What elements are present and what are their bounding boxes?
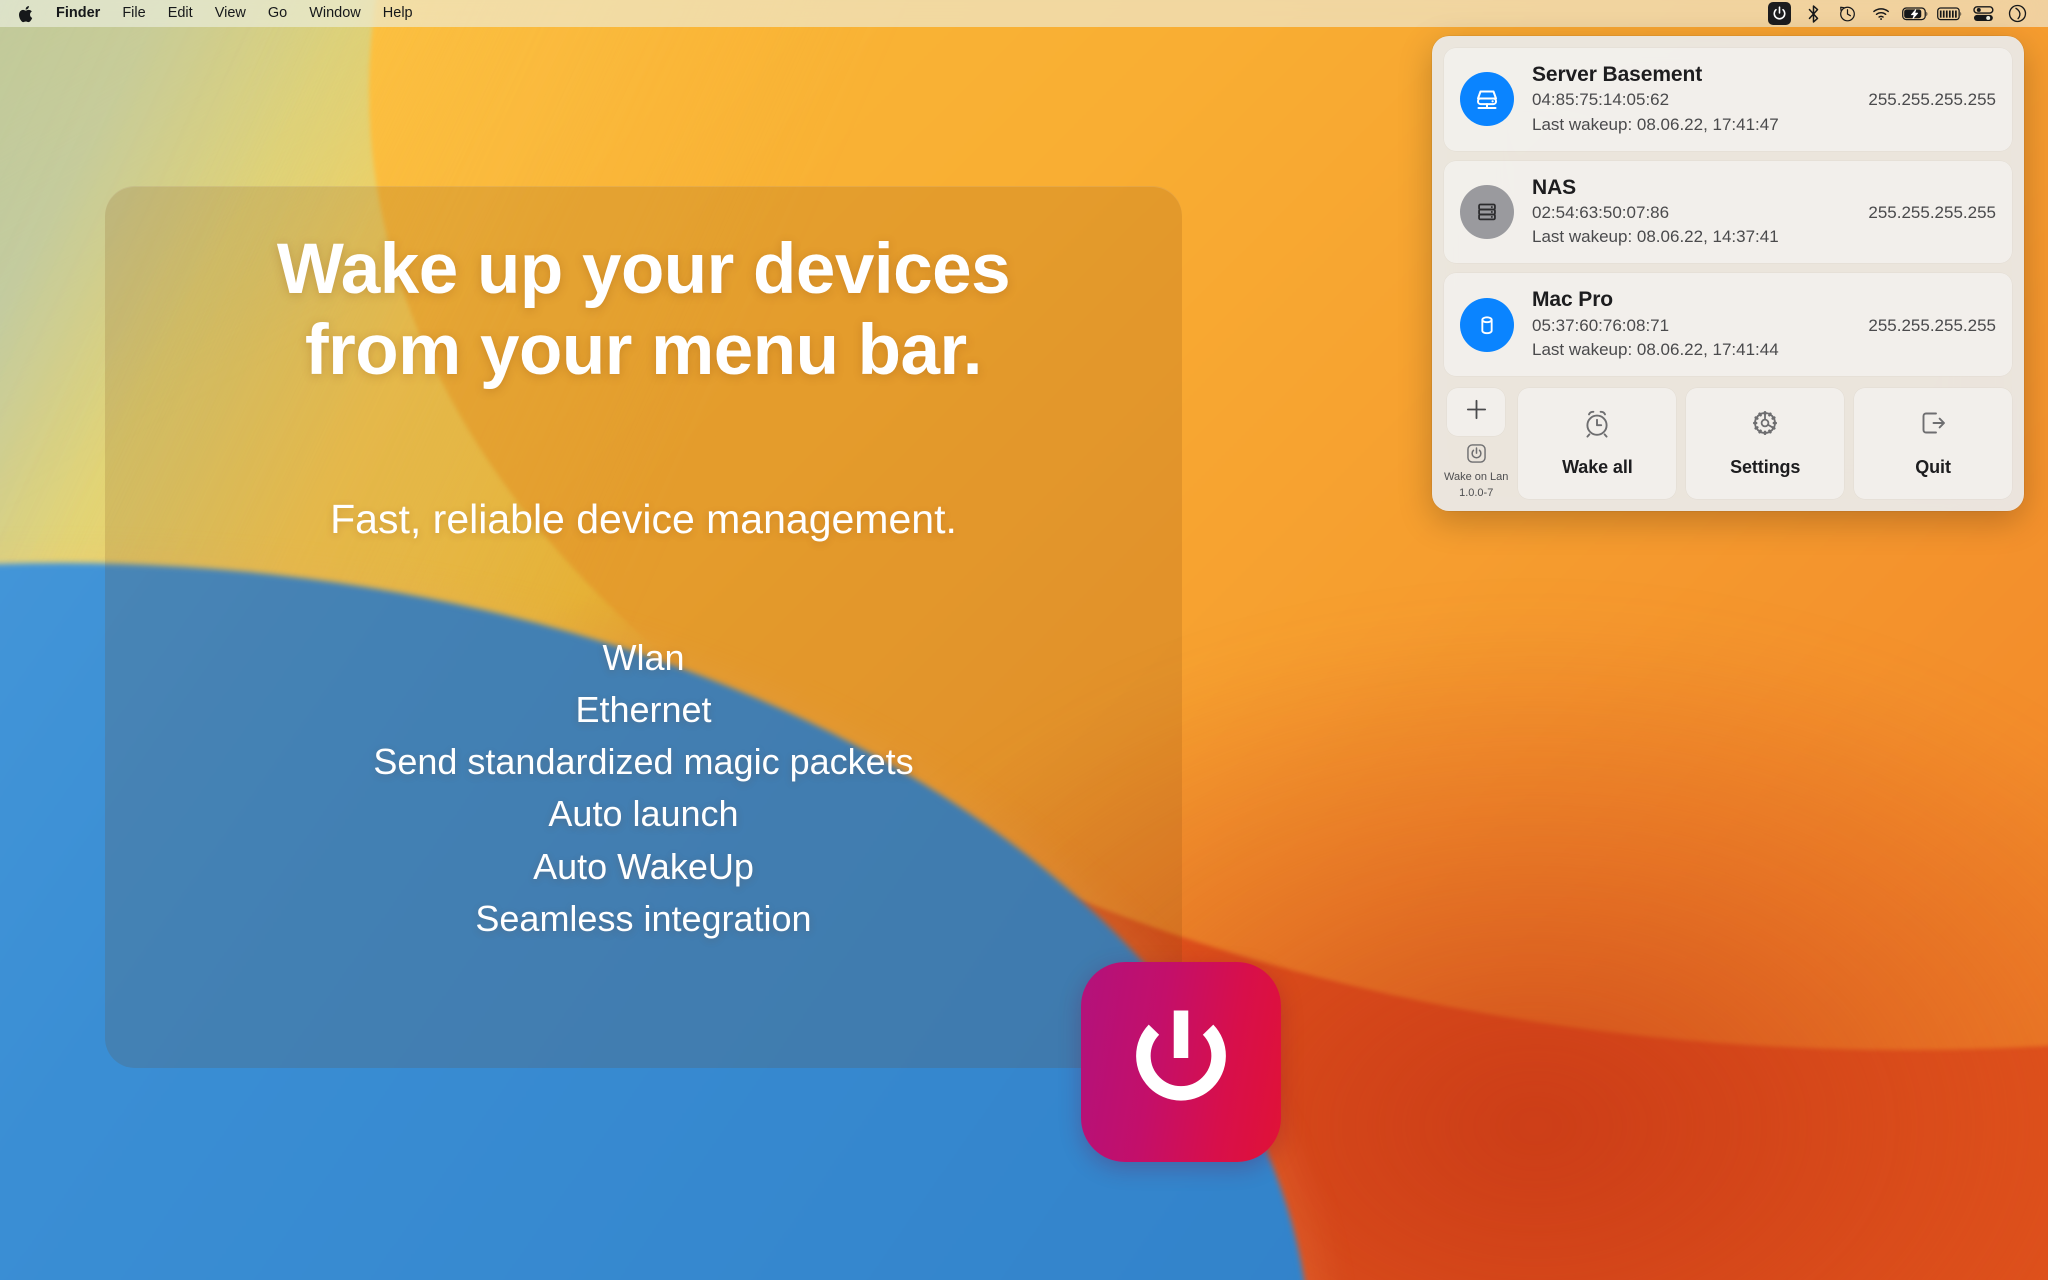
device-info: NAS 02:54:63:50:07:86 255.255.255.255 La… — [1532, 175, 1996, 250]
device-ip-address: 255.255.255.255 — [1868, 315, 1996, 335]
promo-feature-list: Wlan Ethernet Send standardized magic pa… — [373, 636, 914, 939]
promo-feature-item: Seamless integration — [475, 897, 812, 939]
device-mac-address: 02:54:63:50:07:86 — [1532, 203, 1670, 223]
device-mac-ip-row: 02:54:63:50:07:86 255.255.255.255 — [1532, 201, 1996, 225]
battery-icon[interactable] — [1932, 0, 1966, 27]
device-last-wakeup: Last wakeup: 08.06.22, 14:37:41 — [1532, 227, 1779, 247]
settings-button[interactable]: Settings — [1686, 388, 1845, 500]
menu-bar-status-area — [1762, 0, 2034, 27]
app-brand-name: Wake on Lan — [1444, 471, 1509, 484]
apple-logo-icon[interactable] — [12, 5, 45, 23]
marketing-card: Wake up your devices from your menu bar.… — [105, 186, 1182, 1068]
popover-toolbar: Wake on Lan 1.0.0-7 Wake all Settings Qu… — [1444, 388, 2012, 500]
promo-headline: Wake up your devices from your menu bar. — [276, 230, 1011, 392]
promo-headline-line1: Wake up your devices — [276, 230, 1011, 309]
exit-door-icon — [1916, 406, 1950, 445]
menu-item-finder[interactable]: Finder — [45, 0, 111, 27]
device-name: Mac Pro — [1532, 288, 1613, 312]
wake-all-label: Wake all — [1562, 456, 1633, 477]
quit-button[interactable]: Quit — [1854, 388, 2012, 500]
promo-subtitle: Fast, reliable device management. — [330, 495, 957, 542]
device-info: Mac Pro 05:37:60:76:08:71 255.255.255.25… — [1532, 287, 1996, 362]
device-list-item[interactable]: NAS 02:54:63:50:07:86 255.255.255.255 La… — [1444, 160, 2012, 264]
time-machine-icon[interactable] — [1830, 0, 1864, 27]
mac-pro-tower-icon — [1460, 297, 1514, 352]
wake-all-button[interactable]: Wake all — [1518, 388, 1677, 500]
device-mac-ip-row: 05:37:60:76:08:71 255.255.255.255 — [1532, 314, 1996, 338]
device-list-item[interactable]: Server Basement 04:85:75:14:05:62 255.25… — [1444, 48, 2012, 151]
promo-feature-item: Ethernet — [575, 689, 712, 731]
menu-bar: Finder File Edit View Go Window Help — [0, 0, 2048, 27]
wake-on-lan-popover: Server Basement 04:85:75:14:05:62 255.25… — [1432, 36, 2024, 512]
siri-icon[interactable] — [2000, 0, 2034, 27]
quit-label: Quit — [1915, 456, 1951, 477]
device-mac-address: 05:37:60:76:08:71 — [1532, 315, 1670, 335]
device-last-wakeup: Last wakeup: 08.06.22, 17:41:44 — [1532, 339, 1779, 359]
menu-item-file[interactable]: File — [111, 0, 156, 27]
device-name: NAS — [1532, 175, 1577, 199]
wake-on-lan-power-badge — [1767, 2, 1791, 25]
app-version-label: 1.0.0-7 — [1459, 486, 1494, 499]
promo-headline-line2: from your menu bar. — [305, 310, 982, 390]
promo-feature-item: Auto WakeUp — [533, 845, 754, 887]
wifi-icon[interactable] — [1864, 0, 1898, 27]
promo-feature-item: Send standardized magic packets — [373, 741, 914, 783]
battery-charging-icon[interactable] — [1898, 0, 1932, 27]
device-last-wakeup: Last wakeup: 08.06.22, 17:41:47 — [1532, 114, 1779, 134]
menu-bar-left: Finder File Edit View Go Window Help — [12, 0, 424, 27]
menu-item-help[interactable]: Help — [372, 0, 424, 27]
settings-label: Settings — [1730, 456, 1801, 477]
device-list-item[interactable]: Mac Pro 05:37:60:76:08:71 255.255.255.25… — [1444, 273, 2012, 377]
server-rack-icon — [1460, 72, 1514, 127]
gear-icon — [1748, 406, 1782, 445]
wake-on-lan-power-icon[interactable] — [1762, 0, 1796, 27]
control-center-icon[interactable] — [1966, 0, 2000, 27]
promo-feature-item: Wlan — [602, 636, 685, 678]
device-ip-address: 255.255.255.255 — [1868, 90, 1996, 110]
device-ip-address: 255.255.255.255 — [1868, 203, 1996, 223]
menu-item-view[interactable]: View — [204, 0, 257, 27]
menu-item-edit[interactable]: Edit — [157, 0, 204, 27]
app-brand-block: Wake on Lan 1.0.0-7 — [1444, 444, 1508, 499]
wake-on-lan-app-icon — [1081, 962, 1281, 1162]
menu-item-window[interactable]: Window — [298, 0, 372, 27]
bluetooth-icon[interactable] — [1796, 0, 1830, 27]
device-mac-ip-row: 04:85:75:14:05:62 255.255.255.255 — [1532, 88, 1996, 112]
power-badge-icon — [1466, 444, 1486, 468]
menu-item-go[interactable]: Go — [257, 0, 298, 27]
add-device-column: Wake on Lan 1.0.0-7 — [1444, 388, 1508, 499]
nas-drive-icon — [1460, 185, 1514, 240]
desktop-screen: Finder File Edit View Go Window Help Wak… — [0, 0, 2048, 1280]
plus-icon — [1464, 397, 1489, 427]
alarm-clock-icon — [1580, 406, 1614, 445]
promo-feature-item: Auto launch — [548, 793, 739, 835]
device-info: Server Basement 04:85:75:14:05:62 255.25… — [1532, 62, 1996, 137]
device-name: Server Basement — [1532, 63, 1703, 86]
device-mac-address: 04:85:75:14:05:62 — [1532, 90, 1670, 110]
add-device-button[interactable] — [1447, 388, 1506, 437]
